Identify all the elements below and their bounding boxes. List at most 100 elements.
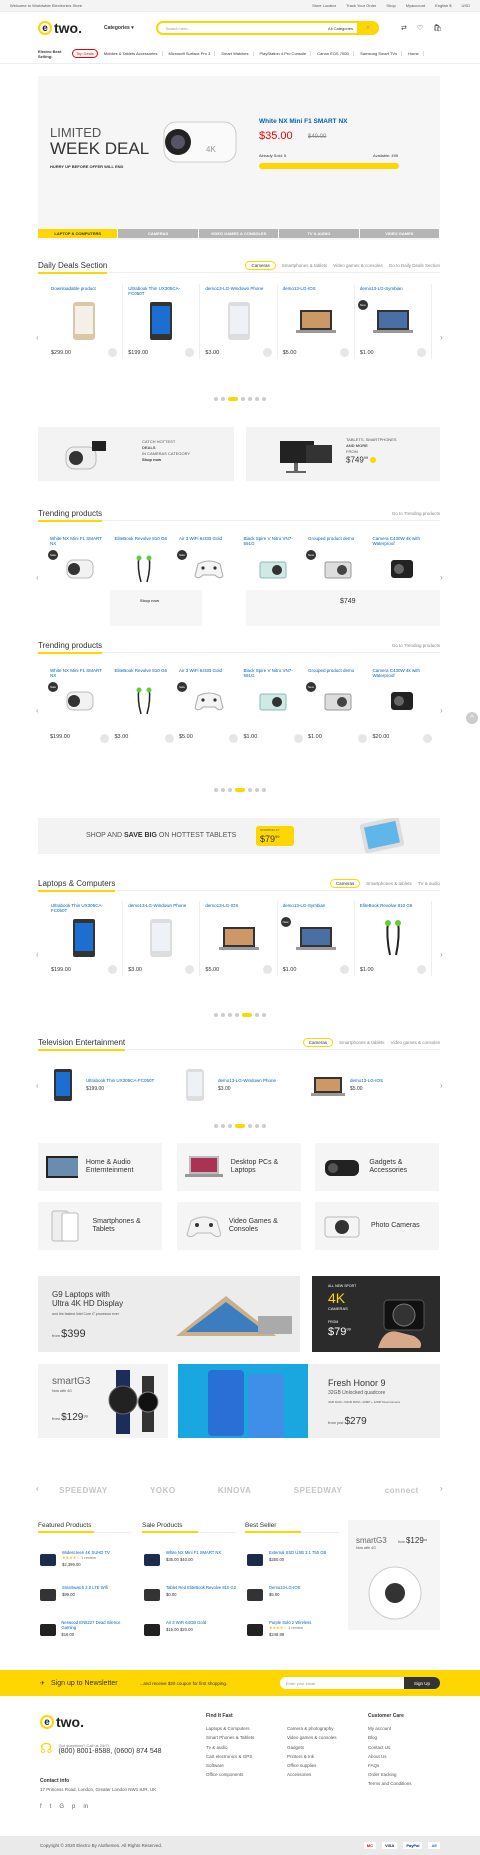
wishlist-icon[interactable]: ♡ bbox=[417, 24, 423, 32]
product-name[interactable]: Grouped product demo bbox=[308, 536, 367, 548]
add-to-cart-icon[interactable] bbox=[358, 734, 367, 743]
shop-now-link[interactable]: Shop now bbox=[140, 598, 159, 603]
next-arrow-icon[interactable]: › bbox=[440, 573, 443, 582]
product-name[interactable]: Black Spire V Nitro VN7-591G bbox=[244, 668, 303, 680]
facebook-icon[interactable]: f bbox=[40, 1804, 42, 1810]
footer-link[interactable]: Camera & photography bbox=[287, 1724, 336, 1733]
track-order-link[interactable]: Track Your Order bbox=[346, 3, 376, 8]
product-item[interactable]: Air 3 WiFi 64GB Gold $15.00 $20.00 bbox=[142, 1620, 238, 1640]
product-name[interactable]: Smartwatch 2.0 LTE Wifi bbox=[62, 1585, 108, 1590]
category-tile[interactable]: Photo Cameras bbox=[315, 1202, 439, 1250]
add-to-cart-icon[interactable] bbox=[417, 965, 427, 974]
sign-up-button[interactable]: Sign Up bbox=[404, 1677, 440, 1689]
best-selling-item[interactable]: Mobiles & Tablets Accessories bbox=[104, 51, 163, 56]
go-to-trending-link[interactable]: Go to Trending products bbox=[392, 643, 440, 648]
next-arrow-icon[interactable]: › bbox=[440, 706, 443, 715]
add-to-cart-icon[interactable] bbox=[339, 348, 349, 357]
next-arrow-icon[interactable]: › bbox=[440, 1484, 443, 1493]
footer-link[interactable]: Accessories bbox=[287, 1770, 336, 1779]
best-selling-item[interactable]: Home bbox=[408, 51, 424, 56]
footer-link[interactable]: Tv & audio bbox=[206, 1743, 254, 1752]
add-to-cart-icon[interactable] bbox=[185, 348, 195, 357]
categories-menu[interactable]: Categories ▾ bbox=[104, 25, 134, 31]
store-locator-link[interactable]: Store Locator bbox=[312, 3, 336, 8]
carousel-dots[interactable] bbox=[214, 1013, 266, 1017]
product-card[interactable]: New demo13-LG-Symbian $1.00 bbox=[278, 901, 355, 976]
product-name[interactable]: Nerwood EN5227 Dead Silence Gaming bbox=[61, 1620, 134, 1630]
tab-video-games[interactable]: Video games & consoles bbox=[391, 1040, 440, 1045]
category-tile[interactable]: Video Games & Consoles bbox=[177, 1202, 301, 1250]
prev-arrow-icon[interactable]: ‹ bbox=[36, 333, 39, 342]
carousel-dots[interactable] bbox=[214, 1124, 266, 1128]
best-selling-item[interactable]: Microsoft Surface Pro 3 bbox=[169, 51, 216, 56]
best-selling-item[interactable]: PlayStation 4 Pro Console bbox=[260, 51, 312, 56]
product-name[interactable]: EliteBook Revolve 810 G6 bbox=[115, 668, 174, 680]
footer-link[interactable]: Order tracking bbox=[368, 1770, 412, 1779]
product-name[interactable]: Ultrabook Thin UX305CA-FC050T bbox=[51, 903, 117, 917]
4k-cameras-banner[interactable]: ALL NEW SPORT 4K CAMERAS FROM $7999 bbox=[312, 1276, 440, 1352]
carousel-dots[interactable] bbox=[214, 788, 266, 792]
footer-link[interactable]: Smart Phones & Tablets bbox=[206, 1733, 254, 1742]
review-count[interactable]: 1 review bbox=[288, 1625, 303, 1630]
product-name[interactable]: demo13-LG-Windown Phone bbox=[128, 903, 194, 917]
product-name[interactable]: demo13-LG-IOS bbox=[283, 286, 349, 300]
product-card[interactable]: EliteBook Revolve 810 G6 bbox=[111, 534, 178, 597]
tab-cameras[interactable]: Cameras bbox=[329, 879, 361, 888]
product-card[interactable]: Sale Air 3 WiFi 64GB Gold bbox=[175, 534, 242, 597]
brand-logo[interactable]: YOKO bbox=[150, 1486, 176, 1495]
add-to-cart-icon[interactable] bbox=[108, 348, 118, 357]
linkedin-icon[interactable]: in bbox=[83, 1804, 88, 1810]
cameras-promo-peek[interactable]: Shop now bbox=[110, 590, 202, 626]
smartg3-banner[interactable]: smartG3 Now with 4G from $12999 bbox=[38, 1364, 168, 1438]
footer-link[interactable]: Printers & Ink bbox=[287, 1752, 336, 1761]
search-box[interactable]: Search here... All Categories ⌕ bbox=[155, 21, 379, 35]
tab-video-games[interactable]: Video games & consoles bbox=[333, 263, 382, 268]
product-card[interactable]: New Grouped product demo bbox=[304, 534, 371, 597]
product-name[interactable]: demo13-LG-Windown Phone bbox=[218, 1078, 276, 1083]
product-name[interactable]: EliteBook Revolve 810 G6 bbox=[360, 903, 426, 917]
tab-smartphones[interactable]: Smartphones & tablets bbox=[339, 1040, 385, 1045]
product-card[interactable]: Sale Air 3 WiFi 64GB Gold $5.00 bbox=[175, 666, 242, 743]
hero-tab[interactable]: VIDEO GAMES & CONSOLES bbox=[198, 229, 280, 238]
product-item[interactable]: Tablet Red EliteBook Revolve 810 G2 $0.00 bbox=[142, 1585, 238, 1605]
brand-logo[interactable]: SPEEDWAY bbox=[59, 1486, 108, 1495]
tab-cameras[interactable]: Cameras bbox=[302, 1038, 334, 1047]
product-name[interactable]: demo13-LG-IOS bbox=[205, 903, 271, 917]
prev-arrow-icon[interactable]: ‹ bbox=[36, 706, 39, 715]
review-count[interactable]: 1 review bbox=[81, 1555, 96, 1560]
product-item[interactable]: Demo13-LG-IOS $5.00 bbox=[245, 1585, 341, 1605]
shop-link[interactable]: Shop bbox=[386, 3, 395, 8]
product-card[interactable]: EliteBook Revolve 810 G6 $1.00 bbox=[355, 901, 433, 976]
brand-logo[interactable]: KINOVA bbox=[218, 1486, 252, 1495]
currency-select[interactable]: USD bbox=[462, 3, 470, 8]
product-name[interactable]: White NX Mini F1 SMART NX bbox=[166, 1550, 221, 1555]
tablets-banner[interactable]: SHOP AND SAVE BIG ON HOTTEST TABLETS STA… bbox=[38, 818, 440, 854]
footer-link[interactable]: Software bbox=[206, 1761, 254, 1770]
product-card[interactable]: Ultrabook Thin UX305CA-FC050T $199.00 bbox=[46, 901, 124, 976]
product-item[interactable]: Purple Solo 2 Wireless ★★★★☆ 1 review $248… bbox=[245, 1620, 341, 1640]
product-name[interactable]: EliteBook Revolve 810 G6 bbox=[115, 536, 174, 548]
footer-link[interactable]: Video games & consoles bbox=[287, 1733, 336, 1742]
brand-logo[interactable]: SPEEDWAY bbox=[294, 1486, 343, 1495]
product-card[interactable]: Sale White NX Mini F1 SMART NX $199.00 bbox=[46, 666, 113, 743]
tab-tv-audio[interactable]: TV & audio bbox=[418, 881, 440, 886]
search-button[interactable]: ⌕ bbox=[356, 21, 379, 35]
scroll-top-button[interactable]: ^ bbox=[466, 712, 478, 724]
product-card[interactable]: demo13-LG-IOS $5.00 bbox=[200, 901, 278, 976]
product-card[interactable]: New demo13-LG-Symbian $1.00 bbox=[355, 284, 433, 359]
next-arrow-icon[interactable]: › bbox=[440, 950, 443, 959]
hero-product-name[interactable]: White NX Mini F1 SMART NX bbox=[259, 118, 347, 125]
shop-now-link[interactable]: Shop now bbox=[142, 457, 190, 463]
product-card[interactable]: demo13-LG-IOS $5.00 bbox=[278, 284, 355, 359]
footer-link[interactable]: Cart electronics & GPS bbox=[206, 1752, 254, 1761]
next-arrow-icon[interactable]: › bbox=[440, 333, 443, 342]
my-account-link[interactable]: Myaccount bbox=[406, 3, 425, 8]
best-selling-item[interactable]: Top Deals bbox=[72, 49, 98, 58]
product-name[interactable]: demo13-LG-Windown Phone bbox=[205, 286, 271, 300]
best-selling-item[interactable]: Smart Watches bbox=[221, 51, 254, 56]
product-card[interactable]: Ultrabook Thin UX305CA-FC050T $199.00 bbox=[46, 1066, 179, 1104]
language-select[interactable]: English $ bbox=[435, 3, 451, 8]
category-tile[interactable]: Desktop PCs & Laptops bbox=[177, 1143, 301, 1191]
logo[interactable]: e two. bbox=[38, 20, 82, 36]
product-card[interactable]: Black Spire V Nitro VN7-591G $1.00 bbox=[240, 666, 307, 743]
